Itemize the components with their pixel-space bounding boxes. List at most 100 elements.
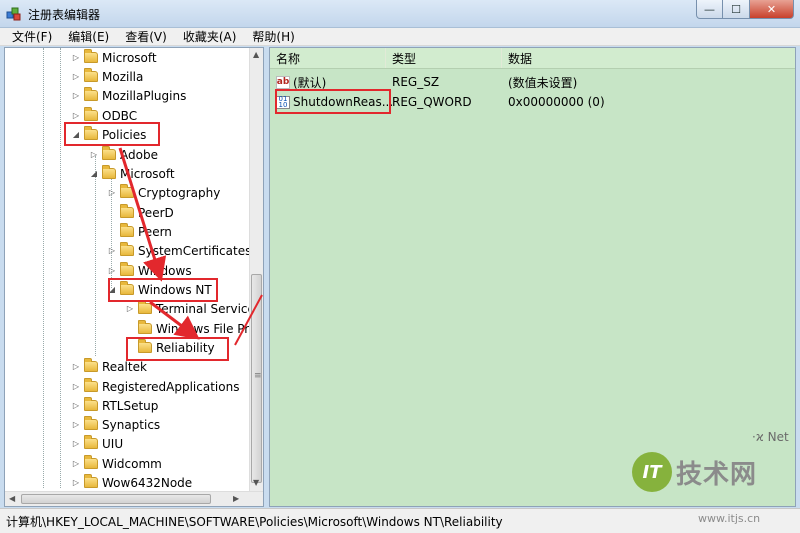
- tree-item-uiu[interactable]: ▷ UIU: [71, 434, 123, 453]
- expand-arrow-icon[interactable]: ▷: [71, 362, 81, 371]
- menu-view[interactable]: 查看(V): [117, 28, 175, 45]
- tree-horizontal-scrollbar[interactable]: ◀ ▶: [5, 491, 263, 506]
- tree-item-microsoft[interactable]: ▷ Microsoft: [71, 48, 157, 67]
- folder-icon: [84, 474, 98, 488]
- folder-icon: [138, 320, 152, 334]
- column-header-data[interactable]: 数据: [502, 48, 795, 68]
- tree-item-windows-file-pr[interactable]: Windows File Pr: [125, 319, 249, 338]
- scroll-right-arrow-icon[interactable]: ▶: [233, 494, 239, 503]
- folder-open-icon: [102, 165, 116, 179]
- folder-icon: [84, 435, 98, 449]
- string-value-icon: ab: [276, 75, 290, 89]
- tree-item-policies-microsoft[interactable]: ◢ Microsoft: [89, 164, 175, 183]
- expand-arrow-icon[interactable]: ▷: [71, 439, 81, 448]
- maximize-button[interactable]: ☐: [723, 0, 750, 19]
- tree-item-label: Microsoft: [120, 166, 175, 181]
- folder-icon: [84, 397, 98, 411]
- status-bar: 计算机\HKEY_LOCAL_MACHINE\SOFTWARE\Policies…: [0, 508, 800, 533]
- expand-arrow-icon[interactable]: ▷: [71, 382, 81, 391]
- folder-icon: [120, 223, 134, 237]
- scroll-left-arrow-icon[interactable]: ◀: [9, 494, 15, 503]
- folder-icon: [84, 416, 98, 430]
- tree-item-systemcertificates[interactable]: ▷ SystemCertificates: [107, 241, 251, 260]
- collapse-arrow-icon[interactable]: ◢: [89, 169, 99, 178]
- title-bar: 注册表编辑器 — ☐ ✕: [0, 0, 800, 28]
- expand-arrow-icon[interactable]: ▷: [71, 401, 81, 410]
- menu-favorites[interactable]: 收藏夹(A): [175, 28, 245, 45]
- expand-arrow-icon[interactable]: ▷: [107, 188, 117, 197]
- folder-icon: [84, 49, 98, 63]
- tree-item-label: UIU: [102, 436, 124, 451]
- registry-values-list[interactable]: 名称 类型 数据 ab (默认) REG_SZ (数值未设置) 01 10 Shu…: [269, 47, 796, 507]
- folder-icon: [120, 184, 134, 198]
- grip-icon: ≡: [254, 371, 262, 381]
- tree-item-cryptography[interactable]: ▷ Cryptography: [107, 183, 220, 202]
- tree-item-label: Synaptics: [102, 417, 161, 432]
- tree-guide-line: [43, 48, 44, 488]
- expand-arrow-icon[interactable]: ▷: [71, 91, 81, 100]
- tree-item-rtlsetup[interactable]: ▷ RTLSetup: [71, 396, 158, 415]
- column-header-type[interactable]: 类型: [386, 48, 502, 68]
- expand-arrow-icon[interactable]: ▷: [71, 459, 81, 468]
- column-header-name[interactable]: 名称: [270, 48, 386, 68]
- registry-editor-icon: [6, 7, 21, 21]
- folder-icon: [102, 146, 116, 160]
- expand-arrow-icon[interactable]: ▷: [125, 304, 135, 313]
- expand-arrow-icon[interactable]: ▷: [71, 478, 81, 487]
- expand-arrow-icon[interactable]: ▷: [71, 53, 81, 62]
- expand-arrow-icon[interactable]: ▷: [89, 150, 99, 159]
- tree-item-label: Adobe: [120, 147, 158, 162]
- tree-item-adobe[interactable]: ▷ Adobe: [89, 145, 158, 164]
- menu-help[interactable]: 帮助(H): [244, 28, 302, 45]
- scroll-down-arrow-icon[interactable]: ▼: [253, 478, 259, 487]
- status-path: 计算机\HKEY_LOCAL_MACHINE\SOFTWARE\Policies…: [6, 514, 503, 529]
- expand-arrow-icon[interactable]: ▷: [71, 72, 81, 81]
- tree-item-wow6432node[interactable]: ▷ Wow6432Node: [71, 473, 192, 492]
- registry-tree[interactable]: ▷ Microsoft ▷ Mozilla ▷ MozillaPlugins ▷…: [4, 47, 264, 507]
- value-name: (默认): [293, 75, 327, 90]
- tree-item-label: Windows File Pr: [156, 321, 250, 336]
- highlight-box-shutdownreason: [275, 89, 391, 114]
- tree-item-label: Windows: [138, 263, 192, 278]
- window-title: 注册表编辑器: [28, 8, 101, 22]
- value-type: REG_SZ: [392, 75, 440, 89]
- menu-bar: 文件(F) 编辑(E) 查看(V) 收藏夹(A) 帮助(H): [0, 28, 800, 46]
- tree-item-label: Wow6432Node: [102, 475, 193, 490]
- folder-icon: [120, 242, 134, 256]
- menu-file[interactable]: 文件(F): [4, 28, 60, 45]
- tree-item-synaptics[interactable]: ▷ Synaptics: [71, 415, 160, 434]
- watermark-logo-badge: IT: [632, 452, 672, 492]
- minimize-button[interactable]: —: [696, 0, 723, 19]
- tree-item-peerd[interactable]: PeerD: [107, 203, 174, 222]
- tree-horizontal-scroll-thumb[interactable]: [21, 494, 211, 504]
- expand-arrow-icon[interactable]: ▷: [71, 111, 81, 120]
- tree-item-widcomm[interactable]: ▷ Widcomm: [71, 454, 162, 473]
- expand-arrow-icon[interactable]: ▷: [107, 246, 117, 255]
- folder-icon: [120, 262, 134, 276]
- tree-item-label: Widcomm: [102, 456, 162, 471]
- value-type: REG_QWORD: [392, 95, 472, 109]
- tree-item-label: PeerD: [138, 205, 174, 220]
- tree-item-label: MozillaPlugins: [102, 88, 187, 103]
- tree-item-label: RTLSetup: [102, 398, 159, 413]
- tree-vertical-scroll-thumb[interactable]: ≡: [251, 274, 262, 483]
- column-headers: 名称 类型 数据: [270, 48, 795, 69]
- tree-item-label: Realtek: [102, 359, 147, 374]
- expand-arrow-icon[interactable]: ▷: [107, 266, 117, 275]
- tree-item-label: Peern: [138, 224, 172, 239]
- highlight-box-policies: [64, 122, 160, 146]
- tree-item-mozilla[interactable]: ▷ Mozilla: [71, 67, 143, 86]
- menu-edit[interactable]: 编辑(E): [60, 28, 117, 45]
- tree-item-label: RegisteredApplications: [102, 379, 240, 394]
- folder-icon: [120, 204, 134, 218]
- close-button[interactable]: ✕: [750, 0, 794, 19]
- tree-item-label: Microsoft: [102, 50, 157, 65]
- expand-arrow-icon[interactable]: ▷: [71, 420, 81, 429]
- tree-item-peern[interactable]: Peern: [107, 222, 172, 241]
- scroll-up-arrow-icon[interactable]: ▲: [253, 50, 259, 59]
- tree-item-mozillaplugins[interactable]: ▷ MozillaPlugins: [71, 86, 186, 105]
- tree-item-registeredapplications[interactable]: ▷ RegisteredApplications: [71, 377, 239, 396]
- value-data: 0x00000000 (0): [508, 95, 605, 109]
- tree-vertical-scrollbar[interactable]: ▲ ≡ ▼: [249, 48, 263, 491]
- tree-item-label: Mozilla: [102, 69, 144, 84]
